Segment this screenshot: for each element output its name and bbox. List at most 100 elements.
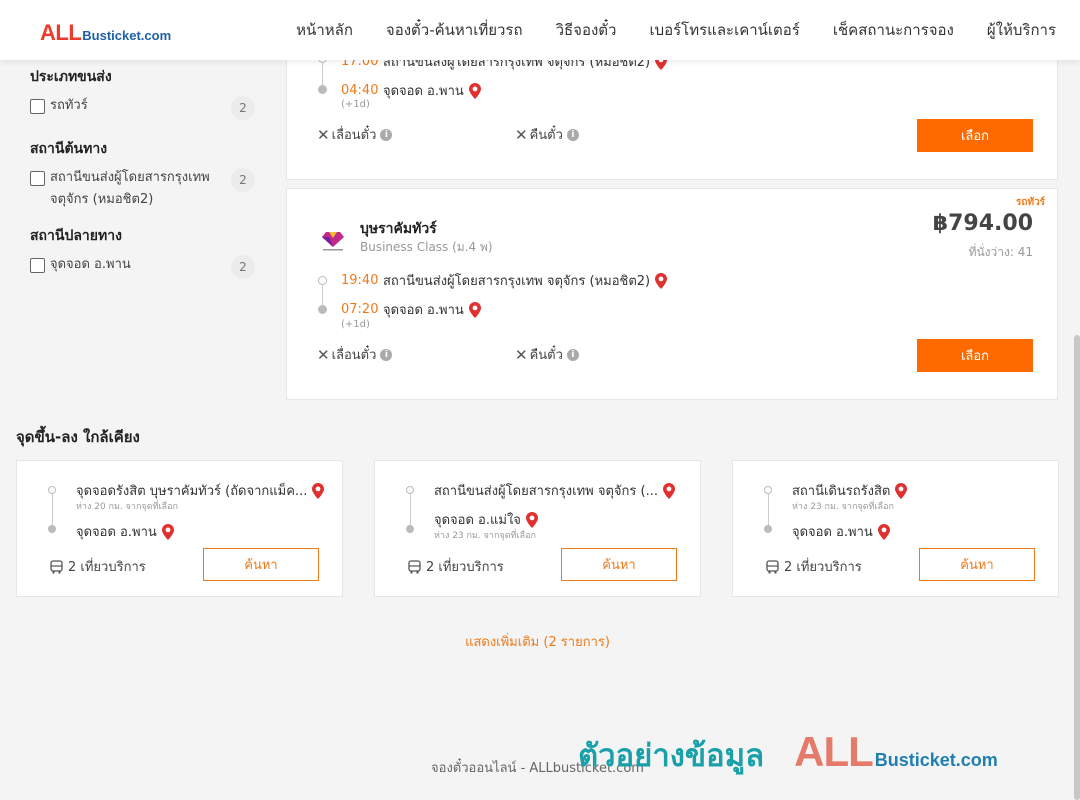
- reschedule-policy: ✕ เลื่อนตั๋ว i: [317, 344, 393, 365]
- nearby-from-name: สถานีขนส่งผู้โดยสารกรุงเทพ จตุจักร (...: [434, 484, 658, 499]
- timeline-line: [52, 494, 53, 525]
- nearby-from-name: สถานีเดินรถรังสิต: [792, 484, 891, 499]
- main-nav: หน้าหลัก จองตั๋ว-ค้นหาเที่ยวรถ วิธีจองตั…: [263, 0, 1056, 60]
- nav-contacts[interactable]: เบอร์โทรและเคาน์เตอร์: [649, 18, 799, 42]
- nearby-trips-count: 2 เที่ยวบริการ: [784, 560, 862, 575]
- nav-operators[interactable]: ผู้ให้บริการ: [987, 18, 1056, 42]
- checkbox[interactable]: [30, 99, 45, 114]
- refund-policy: ✕ คืนตั๋ว i: [515, 344, 579, 365]
- nearby-from-stop: สถานีเดินรถรังสิต: [792, 480, 908, 501]
- nearby-from-stop: สถานีขนส่งผู้โดยสารกรุงเทพ จตุจักร (...: [434, 480, 689, 501]
- timeline-end-dot: [318, 85, 327, 94]
- timeline-start-dot: [48, 486, 56, 494]
- top-header: ALL Busticket.com หน้าหลัก จองตั๋ว-ค้นหา…: [0, 0, 1080, 60]
- seats-available: ที่นั่งว่าง: 41: [968, 245, 1033, 259]
- map-pin-icon[interactable]: [895, 482, 908, 499]
- info-icon[interactable]: i: [566, 348, 579, 361]
- select-trip-button[interactable]: เลือก: [917, 119, 1033, 152]
- checkbox[interactable]: [30, 258, 45, 273]
- nearby-card: สถานีเดินรถรังสิต ห่าง 23 กม. จากจุดที่เ…: [732, 460, 1059, 597]
- checkbox[interactable]: [30, 171, 45, 186]
- nearby-card: สถานีขนส่งผู้โดยสารกรุงเทพ จตุจักร (... …: [374, 460, 701, 597]
- info-icon[interactable]: i: [566, 128, 579, 141]
- site-logo[interactable]: ALL Busticket.com: [40, 20, 171, 46]
- nearby-from-name: จุดจอดรังสิต บุษราคัมทัวร์ (ถัดจากแม็ค..…: [76, 484, 308, 499]
- watermark-thai-text: ตัวอย่างข้อมูล: [578, 738, 765, 774]
- map-pin-icon[interactable]: [468, 301, 481, 318]
- filter-destination: สถานีปลายทาง จุดจอด อ.พาน 2: [30, 225, 255, 279]
- depart-time: 19:40: [341, 273, 379, 288]
- count-badge: 2: [231, 168, 255, 192]
- select-trip-button[interactable]: เลือก: [917, 339, 1033, 372]
- nav-book-search[interactable]: จองตั๋ว-ค้นหาเที่ยวรถ: [386, 18, 523, 42]
- refund-label: คืนตั๋ว: [529, 348, 563, 363]
- page-scrollbar[interactable]: [1074, 335, 1080, 800]
- refund-label: คืนตั๋ว: [529, 128, 563, 143]
- filter-title: ประเภทขนส่ง: [30, 69, 112, 85]
- timeline-end-dot: [48, 525, 56, 533]
- filter-transport-type: ประเภทขนส่ง รถทัวร์ 2: [30, 66, 255, 120]
- operator-logo: [322, 232, 344, 251]
- timeline-line: [410, 494, 411, 525]
- map-pin-icon[interactable]: [161, 523, 174, 540]
- watermark-busticket-text: Busticket.com: [874, 750, 998, 770]
- bus-icon: [50, 559, 63, 573]
- trip-card: รถทัวร์ บุษราคัมทัวร์ Business Class (ม.…: [286, 188, 1058, 400]
- filter-option[interactable]: รถทัวร์ 2: [30, 96, 255, 120]
- nav-home[interactable]: หน้าหลัก: [296, 18, 353, 42]
- arrive-time: 07:20: [341, 302, 379, 317]
- info-icon[interactable]: i: [380, 128, 393, 141]
- filter-title: สถานีต้นทาง: [30, 141, 108, 157]
- bus-class: Business Class (ม.4 พ): [360, 240, 493, 254]
- info-icon[interactable]: i: [380, 348, 393, 361]
- next-day-label: (+1d): [341, 319, 370, 330]
- timeline-start-dot: [764, 486, 772, 494]
- timeline-end-dot: [764, 525, 772, 533]
- map-pin-icon[interactable]: [655, 272, 668, 289]
- watermark-all-text: ALL: [794, 728, 874, 775]
- nearby-to-name: จุดจอด อ.พาน: [76, 525, 157, 540]
- nearby-card: จุดจอดรังสิต บุษราคัมทัวร์ (ถัดจากแม็ค..…: [16, 460, 343, 597]
- nearby-search-button[interactable]: ค้นหา: [203, 548, 319, 581]
- cross-icon: ✕: [317, 125, 330, 144]
- map-pin-icon[interactable]: [312, 482, 325, 499]
- map-pin-icon[interactable]: [468, 82, 481, 99]
- nearby-to-distance: ห่าง 23 กม. จากจุดที่เลือก: [434, 531, 536, 541]
- reschedule-policy: ✕ เลื่อนตั๋ว i: [317, 124, 393, 145]
- map-pin-icon[interactable]: [877, 523, 890, 540]
- cross-icon: ✕: [515, 125, 528, 144]
- bus-type-label: รถทัวร์: [1015, 197, 1045, 208]
- filter-option[interactable]: จุดจอด อ.พาน 2: [30, 255, 255, 279]
- filter-option-label: จุดจอด อ.พาน: [50, 257, 131, 272]
- arrive-station: จุดจอด อ.พาน: [383, 84, 464, 99]
- count-badge: 2: [231, 255, 255, 279]
- operator-name[interactable]: บุษราคัมทัวร์: [360, 218, 437, 240]
- nearby-section-title: จุดขึ้น-ลง ใกล้เคียง: [16, 428, 140, 446]
- filter-option-label: รถทัวร์: [50, 98, 88, 113]
- arrive-stop: 04:40 จุดจอด อ.พาน: [341, 80, 481, 101]
- filter-option[interactable]: สถานีขนส่งผู้โดยสารกรุงเทพ จตุจักร (หมอช…: [30, 168, 255, 211]
- nearby-trips: 2 เที่ยวบริการ: [408, 556, 504, 577]
- nearby-to-name: จุดจอด อ.แม่ใจ: [434, 513, 521, 528]
- nearby-search-button[interactable]: ค้นหา: [919, 548, 1035, 581]
- cross-icon: ✕: [515, 345, 528, 364]
- map-pin-icon[interactable]: [525, 511, 538, 528]
- nearby-search-button[interactable]: ค้นหา: [561, 548, 677, 581]
- nearby-to-stop: จุดจอด อ.พาน: [792, 521, 890, 542]
- logo-busticket-text: Busticket.com: [82, 28, 172, 43]
- bus-icon: [766, 559, 779, 573]
- nearby-trips: 2 เที่ยวบริการ: [766, 556, 862, 577]
- timeline-start-dot: [406, 486, 414, 494]
- show-more-link[interactable]: แสดงเพิ่มเติม (2 รายการ): [0, 631, 1075, 652]
- nearby-to-stop: จุดจอด อ.พาน: [76, 521, 174, 542]
- map-pin-icon[interactable]: [662, 482, 675, 499]
- nearby-trips-count: 2 เที่ยวบริการ: [68, 560, 146, 575]
- timeline-start-dot: [318, 276, 327, 285]
- nav-how-to-book[interactable]: วิธีจองตั๋ว: [556, 18, 617, 42]
- nearby-trips: 2 เที่ยวบริการ: [50, 556, 146, 577]
- count-badge: 2: [231, 96, 255, 120]
- timeline-line: [768, 494, 769, 525]
- nearby-to-stop: จุดจอด อ.แม่ใจ: [434, 509, 538, 530]
- nav-check-status[interactable]: เช็คสถานะการจอง: [833, 18, 954, 42]
- cross-icon: ✕: [317, 345, 330, 364]
